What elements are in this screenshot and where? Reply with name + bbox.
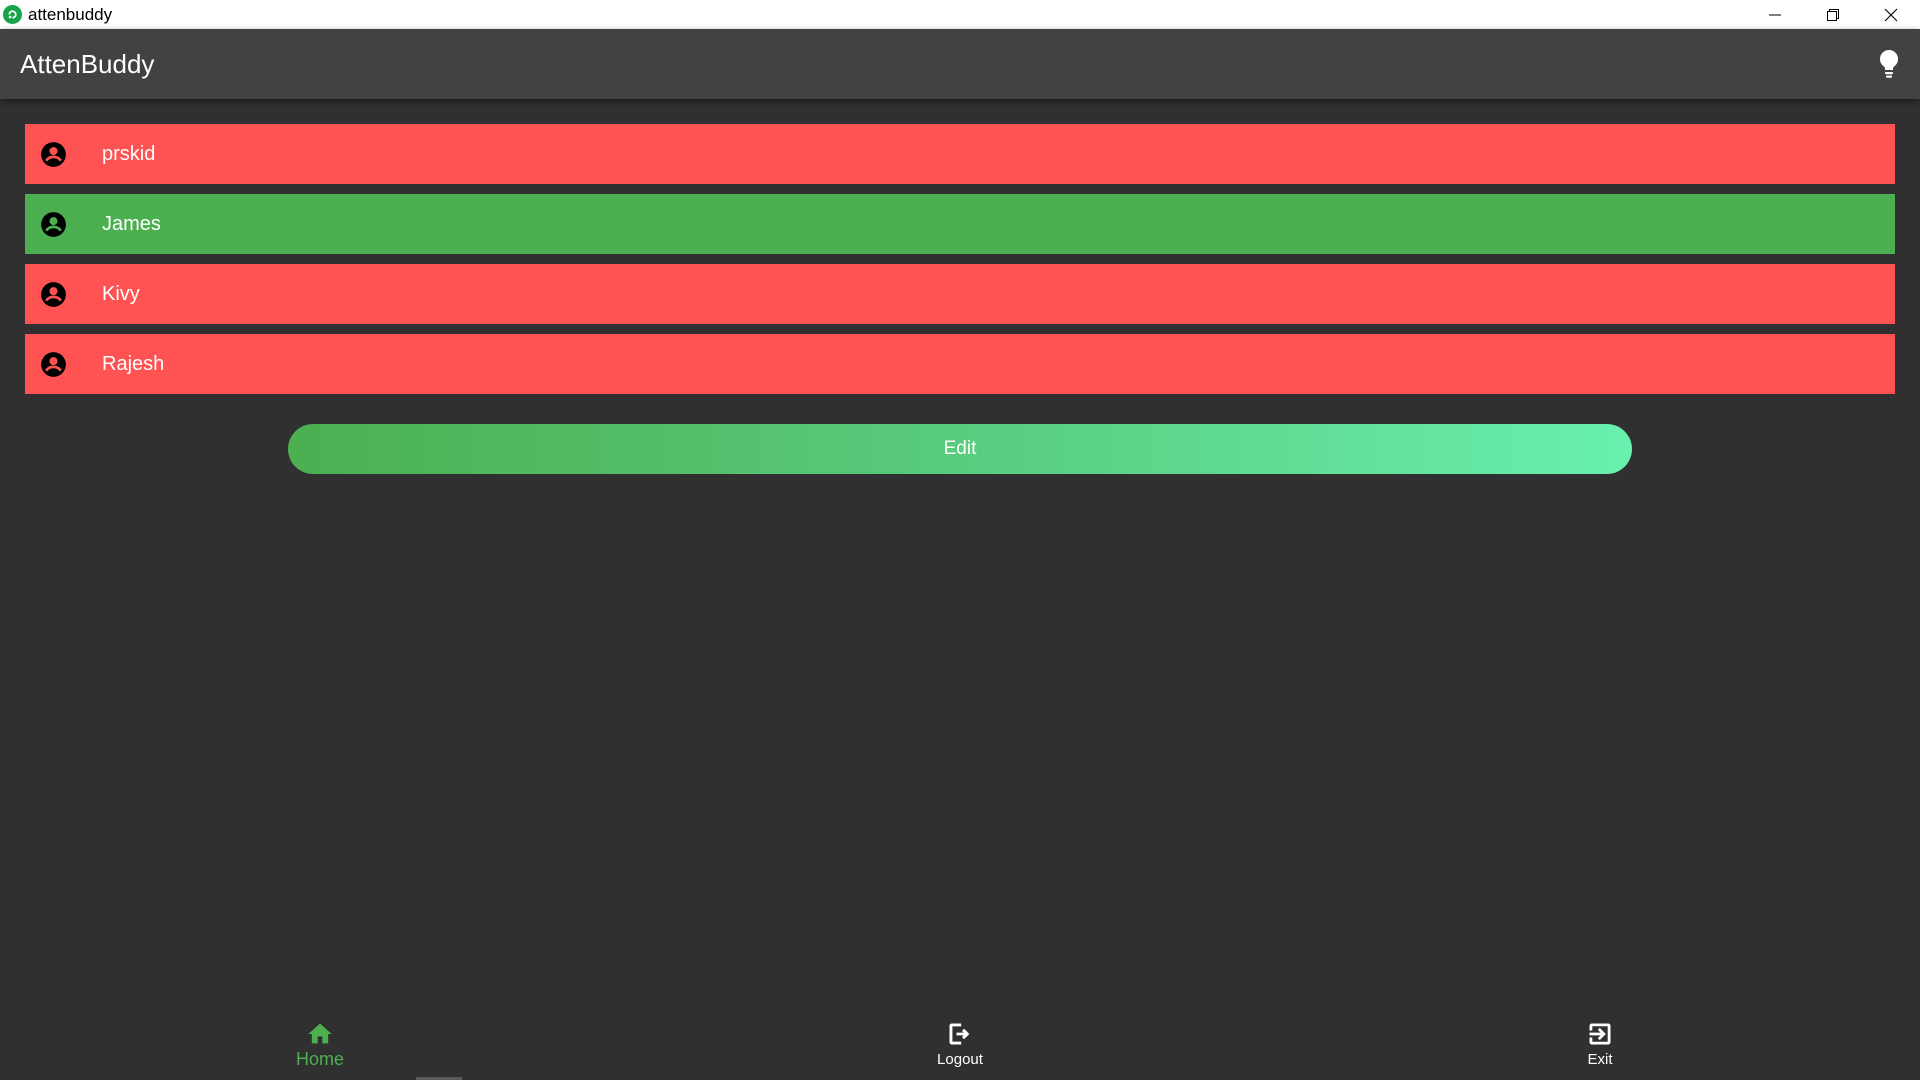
account-circle-icon xyxy=(39,140,67,168)
student-name: James xyxy=(102,212,161,235)
list-item[interactable]: James xyxy=(25,194,1895,254)
account-circle-icon xyxy=(39,350,67,378)
window-controls xyxy=(1746,0,1920,29)
student-name: prskid xyxy=(102,142,156,165)
logout-icon xyxy=(946,1020,974,1048)
close-icon[interactable] xyxy=(1862,0,1920,29)
edit-button[interactable]: Edit xyxy=(288,424,1632,474)
app-title: AttenBuddy xyxy=(20,48,155,79)
lightbulb-icon[interactable] xyxy=(1874,48,1904,80)
nav-label-home: Home xyxy=(295,1049,344,1069)
top-app-bar: AttenBuddy xyxy=(0,29,1920,99)
student-list: prskid James Kivy Rajesh xyxy=(25,124,1895,404)
nav-label-logout: Logout xyxy=(937,1051,983,1068)
student-name: Kivy xyxy=(102,282,140,305)
list-item[interactable]: prskid xyxy=(25,124,1895,184)
list-item[interactable]: Rajesh xyxy=(25,334,1895,394)
nav-item-logout[interactable]: Logout xyxy=(860,1010,1060,1080)
list-item[interactable]: Kivy xyxy=(25,264,1895,324)
exit-icon xyxy=(1586,1020,1614,1048)
app-logo-icon xyxy=(3,5,22,24)
window-titlebar: attenbuddy xyxy=(0,0,1920,29)
student-name: Rajesh xyxy=(102,352,165,375)
home-icon xyxy=(306,1020,334,1048)
bottom-navigation: Home Logout Exit xyxy=(0,1010,1920,1080)
account-circle-icon xyxy=(39,210,67,238)
nav-item-home[interactable]: Home xyxy=(220,1010,420,1080)
window-title: attenbuddy xyxy=(28,4,113,24)
nav-label-exit: Exit xyxy=(1587,1051,1613,1068)
restore-icon[interactable] xyxy=(1804,0,1862,29)
nav-item-exit[interactable]: Exit xyxy=(1500,1010,1700,1080)
minimize-icon[interactable] xyxy=(1746,0,1804,29)
account-circle-icon xyxy=(39,280,67,308)
